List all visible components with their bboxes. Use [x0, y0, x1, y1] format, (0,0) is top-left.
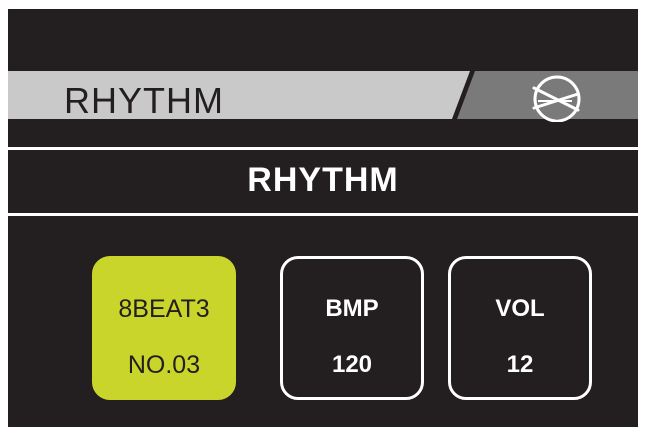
display-screen: RHYTHM RHYTHM 8BEAT3 NO.03 BMP 120 VOL 1…	[8, 9, 638, 427]
divider-top	[8, 147, 638, 150]
mode-title: RHYTHM	[247, 161, 399, 199]
volume-value: 12	[506, 351, 534, 378]
header-title: RHYTHM	[64, 80, 224, 121]
bpm-label: BMP	[325, 295, 379, 322]
drumsticks-icon[interactable]	[528, 74, 584, 122]
divider-bottom	[8, 213, 638, 216]
volume-label: VOL	[495, 295, 545, 322]
rhythm-card[interactable]: 8BEAT3 NO.03	[92, 256, 236, 400]
bpm-value: 120	[331, 351, 373, 378]
bpm-card[interactable]: BMP 120	[280, 256, 424, 400]
header-bar: RHYTHM	[8, 71, 638, 131]
volume-card[interactable]: VOL 12	[448, 256, 592, 400]
rhythm-number: NO.03	[127, 351, 201, 379]
rhythm-name: 8BEAT3	[118, 295, 210, 323]
